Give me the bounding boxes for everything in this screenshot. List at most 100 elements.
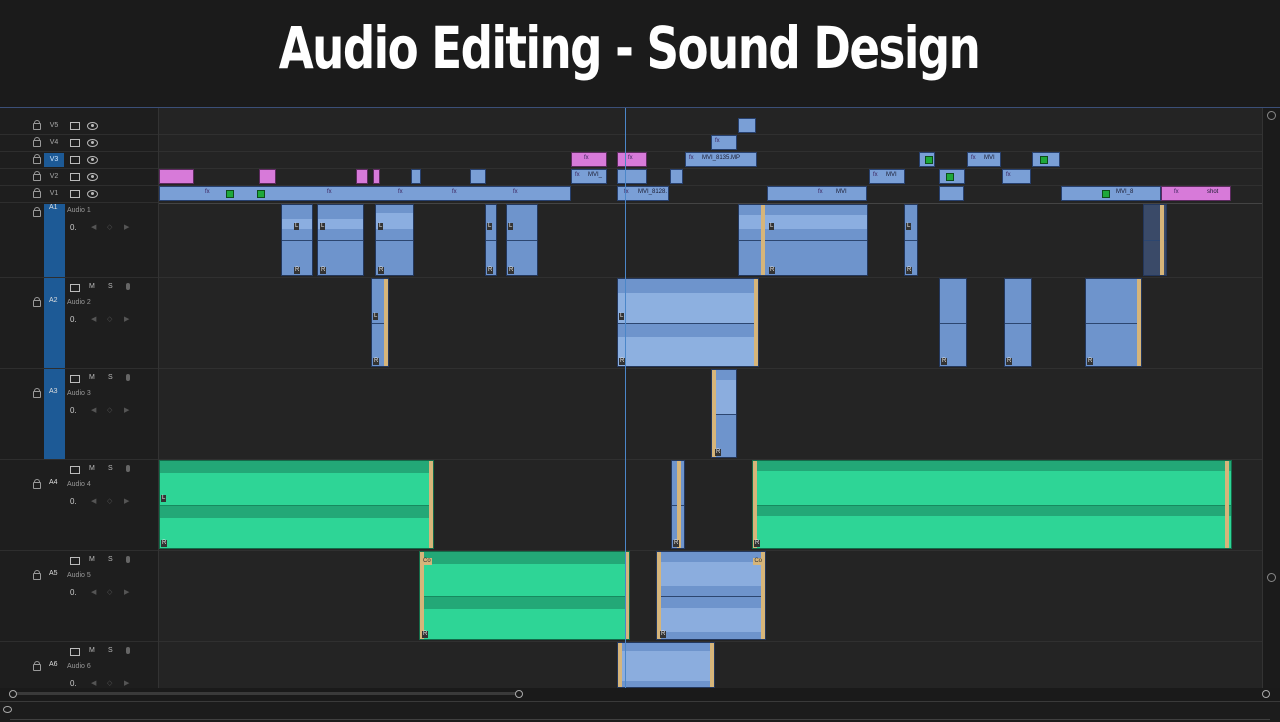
mute-button-a5[interactable]: M bbox=[89, 556, 95, 563]
vertical-scrollbar[interactable] bbox=[1262, 108, 1280, 688]
scroll-handle-bottom[interactable] bbox=[1267, 573, 1276, 582]
prev-keyframe-icon[interactable]: ◀ bbox=[91, 315, 96, 323]
lock-icon[interactable] bbox=[33, 154, 41, 164]
lock-icon[interactable] bbox=[33, 120, 41, 130]
adjustment-clip-v2[interactable] bbox=[159, 169, 194, 184]
mic-icon[interactable] bbox=[126, 374, 130, 381]
music-clip-a4[interactable]: R bbox=[752, 460, 1232, 549]
audio-clip-a1[interactable]: LR bbox=[485, 204, 497, 276]
lock-icon[interactable] bbox=[33, 388, 41, 398]
video-clip-v1[interactable] bbox=[939, 186, 964, 201]
solo-button-a5[interactable]: S bbox=[108, 556, 113, 563]
audio-clip-a1[interactable]: LR bbox=[506, 204, 538, 276]
video-clip-v2[interactable]: fx bbox=[1002, 169, 1031, 184]
solo-button-a2[interactable]: S bbox=[108, 283, 113, 290]
eye-icon[interactable] bbox=[87, 190, 98, 198]
lock-icon[interactable] bbox=[33, 297, 41, 307]
sync-icon[interactable] bbox=[70, 375, 80, 383]
audio-clip-a1[interactable]: LR bbox=[904, 204, 918, 276]
film-icon[interactable] bbox=[70, 190, 80, 198]
volume-a5[interactable]: 0. bbox=[70, 588, 77, 597]
volume-a4[interactable]: 0. bbox=[70, 497, 77, 506]
mute-button-a3[interactable]: M bbox=[89, 374, 95, 381]
audio-clip-a1[interactable]: LR bbox=[281, 204, 313, 276]
solo-button-a3[interactable]: S bbox=[108, 374, 113, 381]
video-clip-v1[interactable]: fx fx fx fx fx bbox=[159, 186, 571, 201]
next-keyframe-icon[interactable]: ▶ bbox=[124, 679, 129, 687]
next-keyframe-icon[interactable]: ▶ bbox=[124, 315, 129, 323]
track-name-v3[interactable]: V3 bbox=[44, 153, 64, 167]
video-clip-v2[interactable] bbox=[939, 169, 965, 184]
audio-clip-a1[interactable]: LR bbox=[738, 204, 868, 276]
audio-clip-a3[interactable]: R bbox=[711, 369, 737, 458]
mute-button-a6[interactable]: M bbox=[89, 647, 95, 654]
video-clip-v3[interactable] bbox=[1032, 152, 1060, 167]
eye-icon[interactable] bbox=[87, 156, 98, 164]
next-keyframe-icon[interactable]: ▶ bbox=[124, 406, 129, 414]
eye-icon[interactable] bbox=[87, 122, 98, 130]
mute-button-a2[interactable]: M bbox=[89, 283, 95, 290]
volume-a1[interactable]: 0. bbox=[70, 223, 77, 232]
video-clip-v5[interactable] bbox=[738, 118, 756, 133]
scroll-handle-top[interactable] bbox=[1267, 111, 1276, 120]
zoom-handle-left[interactable] bbox=[9, 690, 17, 698]
adjustment-clip-v3[interactable]: fx bbox=[617, 152, 647, 167]
next-keyframe-icon[interactable]: ▶ bbox=[124, 497, 129, 505]
audio-clip-a2[interactable]: R bbox=[1085, 278, 1142, 367]
eye-icon[interactable] bbox=[87, 173, 98, 181]
adjustment-clip-v2[interactable] bbox=[259, 169, 276, 184]
adjustment-clip-v3[interactable]: fx bbox=[571, 152, 607, 167]
keyframe-icon[interactable]: ◇ bbox=[107, 223, 112, 231]
volume-a3[interactable]: 0. bbox=[70, 406, 77, 415]
video-clip-v2[interactable] bbox=[411, 169, 421, 184]
solo-button-a4[interactable]: S bbox=[108, 465, 113, 472]
prev-keyframe-icon[interactable]: ◀ bbox=[91, 679, 96, 687]
video-clip-v2[interactable] bbox=[670, 169, 683, 184]
sync-icon[interactable] bbox=[70, 648, 80, 656]
mic-icon[interactable] bbox=[126, 556, 130, 563]
film-icon[interactable] bbox=[70, 173, 80, 181]
audio-clip-a2[interactable]: R bbox=[1004, 278, 1032, 367]
video-clip-v4[interactable]: fx bbox=[711, 135, 737, 150]
lock-icon[interactable] bbox=[33, 171, 41, 181]
zoom-handle-end[interactable] bbox=[1262, 690, 1270, 698]
film-icon[interactable] bbox=[70, 156, 80, 164]
music-clip-a5[interactable]: Co R bbox=[419, 551, 630, 640]
lock-icon[interactable] bbox=[33, 207, 41, 217]
zoom-bar[interactable] bbox=[14, 692, 520, 695]
video-clip-v3[interactable] bbox=[919, 152, 935, 167]
mic-icon[interactable] bbox=[126, 283, 130, 290]
audio-clip-a6[interactable] bbox=[617, 642, 715, 688]
adjustment-clip-v1[interactable]: fx shot bbox=[1161, 186, 1231, 201]
solo-button-a6[interactable]: S bbox=[108, 647, 113, 654]
keyframe-icon[interactable]: ◇ bbox=[107, 588, 112, 596]
lock-icon[interactable] bbox=[33, 188, 41, 198]
lock-icon[interactable] bbox=[33, 661, 41, 671]
horizontal-scrollbar[interactable] bbox=[0, 688, 1280, 701]
lock-icon[interactable] bbox=[33, 570, 41, 580]
video-clip-v2[interactable] bbox=[470, 169, 486, 184]
film-icon[interactable] bbox=[70, 122, 80, 130]
video-clip-v1[interactable]: fx MVI bbox=[767, 186, 867, 201]
next-keyframe-icon[interactable]: ▶ bbox=[124, 588, 129, 596]
volume-a2[interactable]: 0. bbox=[70, 315, 77, 324]
keyframe-icon[interactable]: ◇ bbox=[107, 406, 112, 414]
audio-clip-a5[interactable]: Co R bbox=[656, 551, 766, 640]
video-clip-v1[interactable]: MVI_8 bbox=[1061, 186, 1161, 201]
lock-icon[interactable] bbox=[33, 137, 41, 147]
lock-icon[interactable] bbox=[33, 479, 41, 489]
volume-a6[interactable]: 0. bbox=[70, 679, 77, 688]
mic-icon[interactable] bbox=[126, 465, 130, 472]
playhead[interactable] bbox=[625, 108, 626, 688]
next-keyframe-icon[interactable]: ▶ bbox=[124, 223, 129, 231]
adjustment-clip-v2[interactable] bbox=[373, 169, 380, 184]
sync-icon[interactable] bbox=[70, 557, 80, 565]
audio-clip-a4[interactable]: R bbox=[671, 460, 685, 549]
music-clip-a4[interactable]: LR bbox=[159, 460, 434, 549]
mic-icon[interactable] bbox=[126, 647, 130, 654]
prev-keyframe-icon[interactable]: ◀ bbox=[91, 223, 96, 231]
audio-clip-a2[interactable]: LR bbox=[617, 278, 759, 367]
eye-icon[interactable] bbox=[87, 139, 98, 147]
keyframe-icon[interactable]: ◇ bbox=[107, 497, 112, 505]
audio-clip-a1[interactable]: LR bbox=[375, 204, 414, 276]
